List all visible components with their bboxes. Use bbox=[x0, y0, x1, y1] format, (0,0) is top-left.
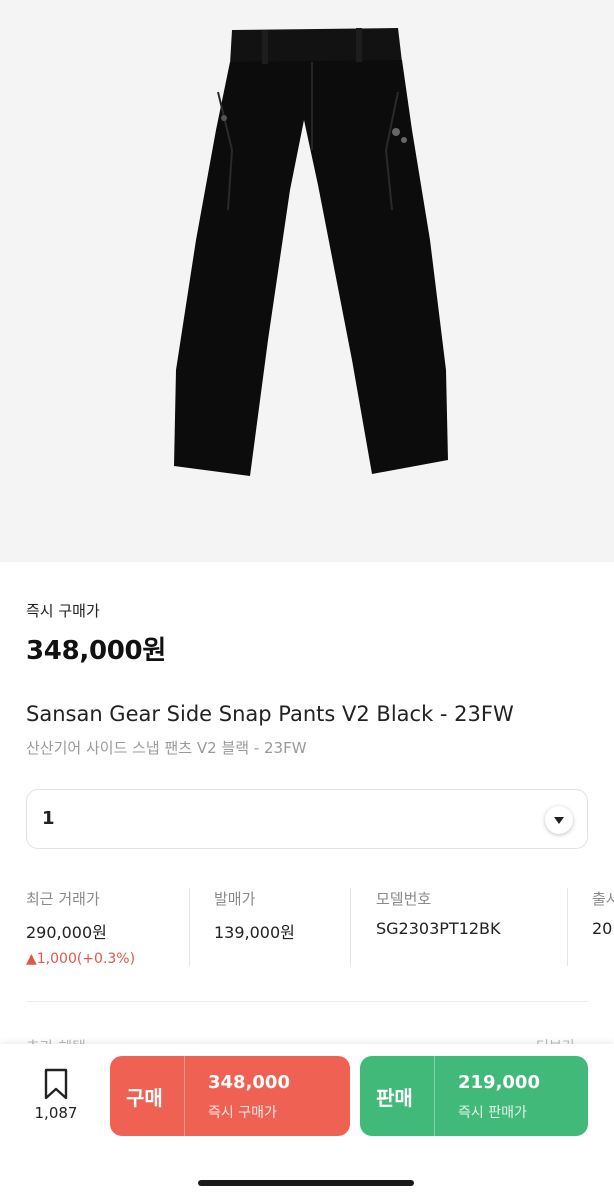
sell-sublabel: 즉시 판매가 bbox=[458, 1105, 527, 1121]
section-divider bbox=[26, 1001, 588, 1002]
size-select-value: 1 bbox=[42, 808, 55, 829]
pants-illustration bbox=[174, 28, 448, 476]
model-number-value: SG2303PT12BK bbox=[376, 919, 501, 938]
divider bbox=[567, 888, 568, 966]
sell-button[interactable]: 판매 219,000 즉시 판매가 bbox=[360, 1056, 588, 1136]
divider bbox=[189, 888, 190, 966]
release-price-label: 발매가 bbox=[214, 890, 256, 908]
buy-button[interactable]: 구매 348,000 즉시 구매가 bbox=[110, 1056, 350, 1136]
divider bbox=[350, 888, 351, 966]
recent-trade-label: 최근 거래가 bbox=[26, 890, 100, 908]
bookmark-icon bbox=[44, 1068, 68, 1100]
home-indicator bbox=[198, 1180, 414, 1186]
product-title-ko: 산산기어 사이드 스냅 팬츠 V2 블랙 - 23FW bbox=[26, 739, 307, 757]
model-number-label: 모델번호 bbox=[376, 890, 432, 908]
size-select[interactable]: 1 bbox=[26, 789, 588, 849]
recent-trade-value: 290,000원 bbox=[26, 923, 107, 942]
sell-amount: 219,000 bbox=[458, 1072, 540, 1093]
buy-label: 구매 bbox=[126, 1086, 163, 1110]
buy-amount: 348,000 bbox=[208, 1072, 290, 1093]
instant-buy-price: 348,000원 bbox=[26, 636, 166, 666]
recent-trade-change: ▲1,000(+0.3%) bbox=[26, 951, 136, 967]
bookmark-count: 1,087 bbox=[34, 1104, 78, 1122]
release-price-value: 139,000원 bbox=[214, 923, 295, 942]
product-image[interactable] bbox=[0, 0, 614, 562]
buy-sublabel: 즉시 구매가 bbox=[208, 1105, 277, 1121]
product-title-en: Sansan Gear Side Snap Pants V2 Black - 2… bbox=[26, 702, 514, 726]
bottom-action-bar: 1,087 구매 348,000 즉시 구매가 판매 219,000 즉시 판매… bbox=[0, 1044, 614, 1200]
release-price: 발매가 139,000원 bbox=[214, 888, 295, 968]
sell-label: 판매 bbox=[376, 1086, 413, 1110]
release-date-label: 출시 bbox=[592, 890, 614, 908]
chevron-down-icon[interactable] bbox=[545, 806, 573, 834]
release-date-value: 20 bbox=[592, 919, 613, 938]
recent-trade-price: 최근 거래가 290,000원 ▲1,000(+0.3%) bbox=[26, 888, 135, 968]
product-info-row: 최근 거래가 290,000원 ▲1,000(+0.3%) 발매가 139,00… bbox=[0, 888, 614, 968]
divider bbox=[434, 1056, 435, 1136]
model-number: 모델번호 SG2303PT12BK bbox=[376, 888, 501, 968]
release-date: 출시 20 bbox=[592, 888, 614, 968]
instant-buy-label: 즉시 구매가 bbox=[26, 602, 100, 620]
bookmark-button[interactable]: 1,087 bbox=[30, 1068, 82, 1122]
divider bbox=[184, 1056, 185, 1136]
